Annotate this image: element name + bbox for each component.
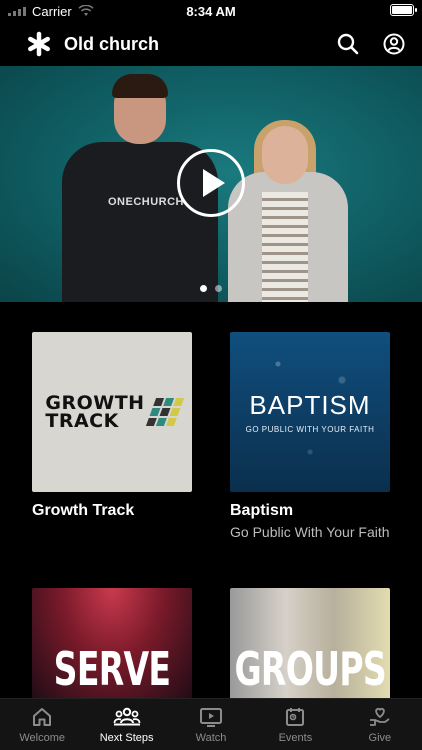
serve-image: SERVE [32, 588, 192, 700]
asterisk-icon [28, 31, 50, 57]
play-icon [203, 169, 225, 197]
tab-label: Give [368, 731, 392, 744]
account-icon [383, 33, 405, 55]
groups-image-text: GROUPS [234, 642, 386, 696]
tab-label: Next Steps [99, 731, 154, 744]
carousel-dot[interactable] [200, 285, 207, 292]
card-title: Baptism [230, 502, 294, 519]
page-title: Old church [64, 33, 160, 54]
header-actions [336, 32, 406, 56]
search-icon [337, 33, 359, 55]
shirt-logo-text: ONECHURCH [108, 196, 184, 208]
hero-video[interactable]: ONECHURCH [0, 66, 422, 302]
play-screen-icon [200, 707, 223, 727]
card-groups[interactable]: GROUPS [230, 588, 390, 700]
card-subtitle: Go Public With Your Faith [230, 524, 390, 540]
card-growth-track[interactable]: GROWTH TRACK Growth Track [32, 332, 192, 520]
heart-hand-icon [369, 707, 390, 726]
card-serve[interactable]: SERVE [32, 588, 192, 700]
tab-next-steps[interactable]: Next Steps [84, 699, 168, 750]
status-bar: Carrier 8:34 AM [0, 0, 422, 22]
baptism-image-title: BAPTISM [249, 390, 371, 420]
play-button[interactable] [177, 149, 245, 217]
app-header: Old church [0, 22, 422, 66]
growth-track-mark [145, 398, 184, 426]
presenter-male-hair [112, 74, 168, 98]
baptism-image-tagline: GO PUBLIC WITH YOUR FAITH [245, 425, 375, 434]
people-icon [113, 707, 141, 725]
card-baptism[interactable]: BAPTISM GO PUBLIC WITH YOUR FAITH Baptis… [230, 332, 390, 540]
tab-events[interactable]: Events [253, 699, 337, 750]
tab-label: Events [278, 731, 313, 744]
search-button[interactable] [336, 32, 360, 56]
serve-image-text: SERVE [53, 642, 171, 696]
tab-welcome[interactable]: Welcome [0, 699, 84, 750]
calendar-icon [286, 707, 305, 726]
tab-label: Welcome [19, 731, 66, 744]
tab-watch[interactable]: Watch [169, 699, 253, 750]
card-title: Growth Track [32, 502, 135, 519]
track-word: TRACK [45, 410, 119, 432]
growth-track-image: GROWTH TRACK [32, 332, 192, 492]
account-button[interactable] [382, 32, 406, 56]
baptism-image: BAPTISM GO PUBLIC WITH YOUR FAITH [230, 332, 390, 492]
tab-give[interactable]: Give [338, 699, 422, 750]
status-time: 8:34 AM [186, 4, 236, 19]
tab-bar: Welcome Next Steps Watch Events Give [0, 698, 422, 750]
tab-label: Watch [195, 731, 227, 744]
presenter-female-head [262, 126, 308, 184]
groups-image: GROUPS [230, 588, 390, 700]
battery-icon [390, 4, 417, 16]
growth-track-logo-text: GROWTH TRACK [45, 394, 144, 432]
home-icon [33, 707, 52, 726]
carousel-dots [0, 285, 422, 292]
carousel-dot[interactable] [215, 285, 222, 292]
